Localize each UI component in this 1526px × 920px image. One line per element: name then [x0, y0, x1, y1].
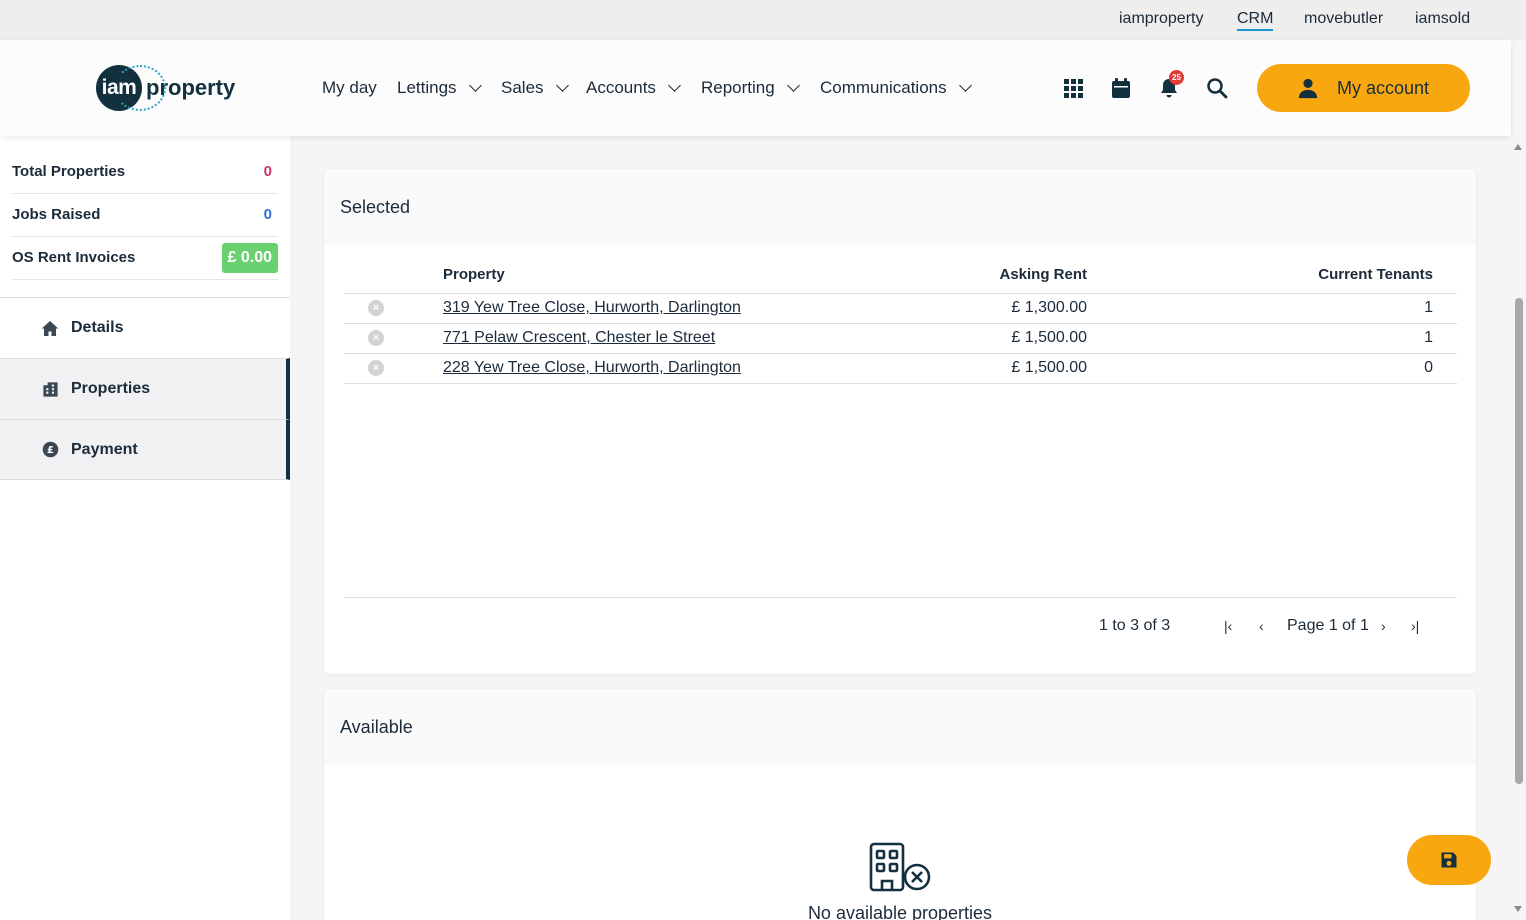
nav-accounts[interactable]: Accounts [586, 78, 681, 98]
scroll-down-arrow[interactable] [1514, 906, 1522, 912]
nav-sales-label: Sales [501, 78, 544, 97]
tenants-cell: 1 [1087, 323, 1457, 354]
top-strip: iamproperty CRM movebutler iamsold [0, 0, 1526, 40]
table-row: × 228 Yew Tree Close, Hurworth, Darlingt… [344, 353, 1457, 384]
svg-text:£: £ [47, 445, 54, 456]
next-page-icon[interactable]: › [1381, 618, 1386, 634]
nav-reporting[interactable]: Reporting [701, 78, 800, 98]
nav-accounts-label: Accounts [586, 78, 656, 97]
sidebar-item-details[interactable]: Details [0, 297, 290, 358]
my-account-label: My account [1337, 77, 1430, 98]
user-icon [1298, 78, 1318, 99]
table-header-remove [344, 257, 443, 294]
os-rent-invoices-value: £ 0.00 [221, 243, 278, 273]
remove-icon[interactable]: × [368, 330, 384, 346]
sidebar-item-label: Properties [71, 380, 151, 397]
top-link-iamproperty[interactable]: iamproperty [1119, 10, 1203, 28]
nav-communications[interactable]: Communications [820, 78, 972, 98]
logo-dots [114, 65, 166, 111]
sidebar-item-payment[interactable]: £ Payment [0, 419, 290, 480]
sidebar-item-label: Payment [71, 440, 138, 458]
chevron-down-icon [468, 79, 482, 92]
table-row: × 319 Yew Tree Close, Hurworth, Darlingt… [344, 293, 1457, 324]
building-x-icon [869, 842, 931, 892]
property-link[interactable]: 319 Yew Tree Close, Hurworth, Darlington [443, 299, 741, 316]
sidebar-item-label: Details [71, 319, 124, 336]
save-icon [1441, 852, 1457, 868]
building-icon [40, 379, 60, 399]
home-icon [40, 318, 60, 338]
table-header-row: Property Asking Rent Current Tenants [344, 257, 1457, 294]
sidebar: Total Properties 0 Jobs Raised 0 OS Rent… [0, 136, 290, 920]
available-card-title: Available [324, 689, 1476, 765]
pager-divider [344, 597, 1457, 598]
remove-cell: × [344, 323, 443, 354]
top-link-crm[interactable]: CRM [1237, 10, 1274, 31]
stat-jobs-raised: Jobs Raised 0 [0, 179, 290, 237]
stat-label: OS Rent Invoices [12, 249, 136, 266]
table-row: × 771 Pelaw Crescent, Chester le Street … [344, 323, 1457, 354]
chevron-down-icon [786, 79, 800, 92]
save-button[interactable] [1407, 835, 1491, 885]
table-header-current-tenants[interactable]: Current Tenants [1087, 257, 1457, 294]
selected-card-title: Selected [324, 169, 1476, 245]
selected-card: Selected Property Asking Rent Current Te… [324, 169, 1476, 674]
selected-table: Property Asking Rent Current Tenants × 3… [344, 257, 1457, 384]
main-header: iam property My day Lettings Sales Accou… [0, 40, 1511, 136]
stat-label: Jobs Raised [12, 206, 101, 223]
rent-cell: £ 1,500.00 [863, 323, 1087, 354]
nav-reporting-label: Reporting [701, 78, 775, 97]
pager-summary: 1 to 3 of 3 [1099, 617, 1171, 634]
table-header-property[interactable]: Property [443, 257, 863, 294]
remove-cell: × [344, 353, 443, 384]
available-card: Available No available properties [324, 689, 1476, 920]
pound-coin-icon: £ [40, 440, 60, 460]
stat-label: Total Properties [12, 163, 126, 180]
nav-lettings[interactable]: Lettings [397, 78, 482, 98]
first-page-icon[interactable]: |‹ [1224, 618, 1232, 634]
divider [12, 279, 278, 280]
logo[interactable]: iam property [96, 64, 235, 112]
page-scrollbar[interactable] [1511, 136, 1526, 920]
last-page-icon[interactable]: ›| [1411, 618, 1419, 634]
stat-value: 0 [263, 163, 272, 180]
search-icon[interactable] [1205, 76, 1229, 100]
my-account-button[interactable]: My account [1257, 64, 1470, 112]
top-link-movebutler[interactable]: movebutler [1304, 10, 1383, 28]
tenants-cell: 1 [1087, 293, 1457, 324]
grid-icon[interactable] [1061, 76, 1085, 100]
calendar-icon[interactable] [1109, 76, 1133, 100]
rent-cell: £ 1,500.00 [863, 353, 1087, 384]
sidebar-item-properties[interactable]: Properties [0, 358, 290, 419]
remove-icon[interactable]: × [368, 300, 384, 316]
property-cell: 771 Pelaw Crescent, Chester le Street [443, 323, 863, 354]
stat-value: 0 [263, 206, 272, 223]
tenants-cell: 0 [1087, 353, 1457, 384]
notification-badge: 25 [1169, 70, 1184, 85]
remove-cell: × [344, 293, 443, 324]
stat-total-properties: Total Properties 0 [0, 136, 290, 194]
nav-my-day[interactable]: My day [322, 78, 377, 98]
property-cell: 319 Yew Tree Close, Hurworth, Darlington [443, 293, 863, 324]
scroll-up-arrow[interactable] [1514, 144, 1522, 150]
nav-sales[interactable]: Sales [501, 78, 569, 98]
nav-communications-label: Communications [820, 78, 947, 97]
property-link[interactable]: 771 Pelaw Crescent, Chester le Street [443, 329, 715, 346]
remove-icon[interactable]: × [368, 360, 384, 376]
chevron-down-icon [668, 79, 681, 92]
table-header-asking-rent[interactable]: Asking Rent [863, 257, 1087, 294]
chevron-down-icon [555, 79, 569, 92]
property-cell: 228 Yew Tree Close, Hurworth, Darlington [443, 353, 863, 384]
empty-state-text: No available properties [807, 903, 993, 920]
pager-page-label: Page 1 of 1 [1287, 617, 1369, 634]
nav-lettings-label: Lettings [397, 78, 457, 97]
nav-my-day-label: My day [322, 78, 377, 97]
property-link[interactable]: 228 Yew Tree Close, Hurworth, Darlington [443, 359, 741, 376]
top-link-iamsold[interactable]: iamsold [1415, 10, 1470, 28]
chevron-down-icon [958, 79, 972, 92]
scrollbar-thumb[interactable] [1515, 298, 1523, 784]
rent-cell: £ 1,300.00 [863, 293, 1087, 324]
prev-page-icon[interactable]: ‹ [1259, 618, 1264, 634]
